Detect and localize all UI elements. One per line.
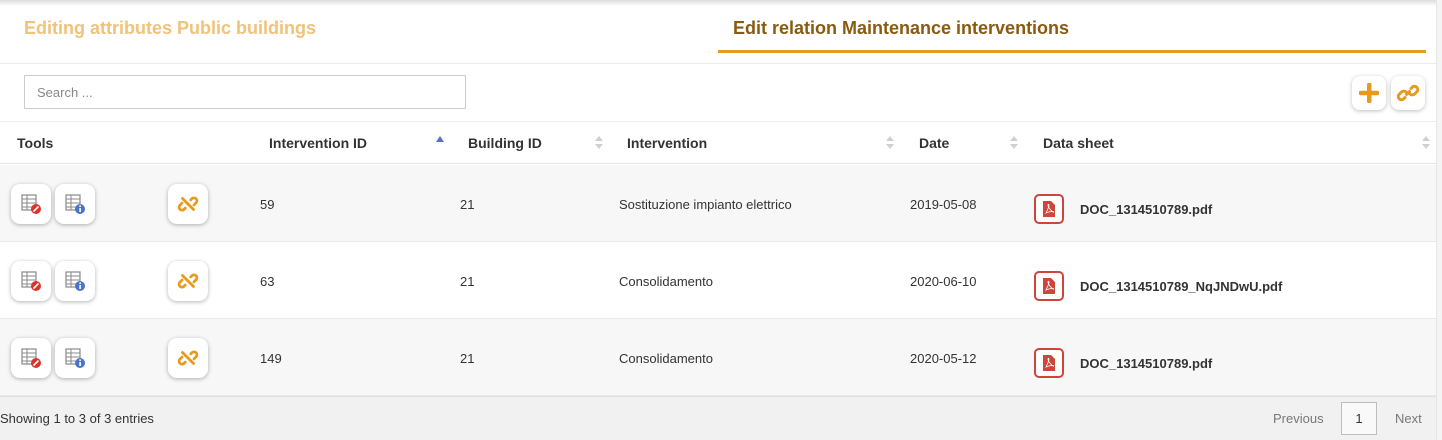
table-delete-icon bbox=[21, 271, 41, 291]
feature-info-button[interactable] bbox=[55, 184, 95, 224]
cell-intervention-id: 63 bbox=[260, 274, 275, 289]
plus-icon bbox=[1359, 83, 1379, 103]
data-sheet-link[interactable]: DOC_1314510789.pdf bbox=[1080, 202, 1212, 217]
column-header-date[interactable]: Date bbox=[919, 135, 949, 151]
unlink-icon bbox=[177, 273, 199, 289]
link-icon bbox=[1396, 84, 1420, 102]
table-row[interactable]: 149 21 Consolidamento 2020-05-12 DOC_131… bbox=[0, 319, 1436, 396]
data-sheet-link[interactable]: DOC_1314510789.pdf bbox=[1080, 356, 1212, 371]
cell-intervention: Consolidamento bbox=[619, 351, 713, 366]
table-header: Tools Intervention ID Building ID Interv… bbox=[0, 121, 1436, 164]
cell-intervention-id: 59 bbox=[260, 197, 275, 212]
pdf-file-button[interactable] bbox=[1034, 194, 1064, 224]
cell-intervention-id: 149 bbox=[260, 351, 282, 366]
cell-building-id: 21 bbox=[460, 197, 475, 212]
table-info-icon bbox=[65, 194, 85, 214]
table-info-icon bbox=[65, 348, 85, 368]
cell-intervention: Sostituzione impianto elettrico bbox=[619, 197, 792, 212]
cell-intervention: Consolidamento bbox=[619, 274, 713, 289]
tab-editing-attributes[interactable]: Editing attributes Public buildings bbox=[24, 18, 316, 39]
feature-info-button[interactable] bbox=[55, 261, 95, 301]
delete-feature-button[interactable] bbox=[11, 184, 51, 224]
data-sheet-link[interactable]: DOC_1314510789_NqJNDwU.pdf bbox=[1080, 279, 1282, 294]
column-header-intervention-id[interactable]: Intervention ID bbox=[269, 135, 367, 151]
scrollbar-track[interactable] bbox=[1436, 0, 1442, 440]
pdf-icon bbox=[1043, 201, 1055, 217]
unlink-relation-button[interactable] bbox=[168, 184, 208, 224]
cell-building-id: 21 bbox=[460, 274, 475, 289]
cell-building-id: 21 bbox=[460, 351, 475, 366]
unlink-relation-button[interactable] bbox=[168, 338, 208, 378]
entries-info: Showing 1 to 3 of 3 entries bbox=[0, 411, 154, 426]
table-row[interactable]: 59 21 Sostituzione impianto elettrico 20… bbox=[0, 165, 1436, 242]
table-footer: Showing 1 to 3 of 3 entries Previous 1 N… bbox=[0, 396, 1436, 440]
cell-date: 2019-05-08 bbox=[910, 197, 977, 212]
sort-both-icon[interactable] bbox=[1010, 134, 1018, 150]
table-delete-icon bbox=[21, 194, 41, 214]
tab-edit-relation[interactable]: Edit relation Maintenance interventions bbox=[733, 18, 1069, 39]
link-feature-button[interactable] bbox=[1391, 76, 1425, 110]
column-header-intervention[interactable]: Intervention bbox=[627, 135, 707, 151]
active-tab-indicator bbox=[718, 50, 1426, 53]
column-header-building-id[interactable]: Building ID bbox=[468, 135, 542, 151]
sort-both-icon[interactable] bbox=[595, 134, 603, 150]
delete-feature-button[interactable] bbox=[11, 261, 51, 301]
pdf-file-button[interactable] bbox=[1034, 271, 1064, 301]
add-feature-button[interactable] bbox=[1352, 76, 1386, 110]
pdf-file-button[interactable] bbox=[1034, 348, 1064, 378]
feature-info-button[interactable] bbox=[55, 338, 95, 378]
cell-date: 2020-05-12 bbox=[910, 351, 977, 366]
unlink-icon bbox=[177, 350, 199, 366]
search-input[interactable] bbox=[24, 75, 466, 109]
unlink-icon bbox=[177, 196, 199, 212]
delete-feature-button[interactable] bbox=[11, 338, 51, 378]
table-info-icon bbox=[65, 271, 85, 291]
pdf-icon bbox=[1043, 278, 1055, 294]
unlink-relation-button[interactable] bbox=[168, 261, 208, 301]
sort-both-icon[interactable] bbox=[1422, 134, 1430, 150]
pagination-previous[interactable]: Previous bbox=[1273, 411, 1324, 426]
cell-date: 2020-06-10 bbox=[910, 274, 977, 289]
tab-bar: Editing attributes Public buildings Edit… bbox=[0, 0, 1436, 64]
sort-asc-icon[interactable] bbox=[436, 134, 444, 150]
pagination-current-page[interactable]: 1 bbox=[1341, 402, 1377, 435]
column-header-data-sheet[interactable]: Data sheet bbox=[1043, 135, 1114, 151]
table-row[interactable]: 63 21 Consolidamento 2020-06-10 DOC_1314… bbox=[0, 242, 1436, 319]
pdf-icon bbox=[1043, 355, 1055, 371]
pagination-next[interactable]: Next bbox=[1395, 411, 1422, 426]
table-delete-icon bbox=[21, 348, 41, 368]
column-header-tools: Tools bbox=[17, 135, 54, 151]
sort-both-icon[interactable] bbox=[886, 134, 894, 150]
